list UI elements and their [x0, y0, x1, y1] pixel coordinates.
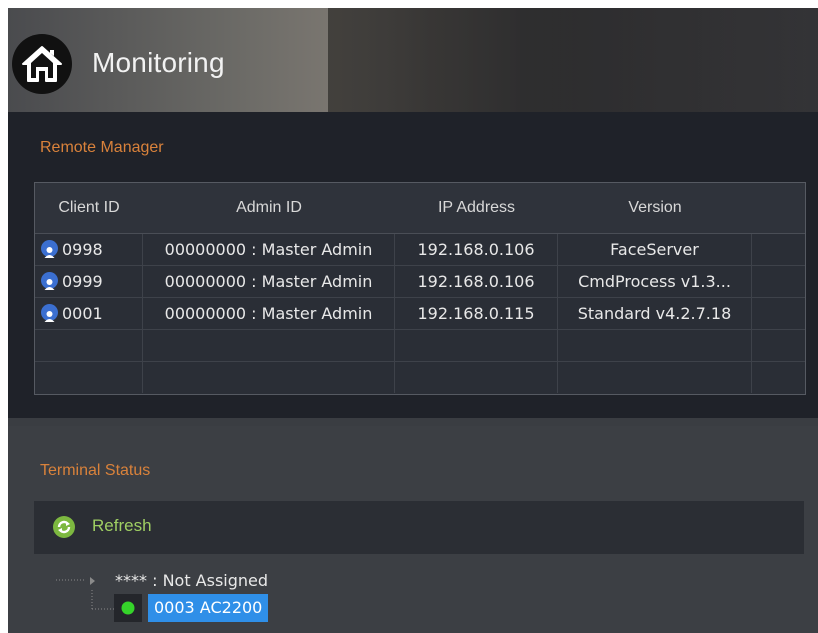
- admin-id: 00000000 : Master Admin: [143, 298, 395, 329]
- user-icon: [41, 240, 58, 258]
- remote-manager-panel: Remote Manager Client ID Admin ID IP Add…: [8, 112, 818, 418]
- refresh-button[interactable]: Refresh: [92, 516, 152, 536]
- client-id: 0001: [62, 304, 103, 323]
- table-row[interactable]: 0001 00000000 : Master Admin 192.168.0.1…: [35, 298, 805, 330]
- version: FaceServer: [558, 234, 752, 265]
- table-row-empty: [35, 330, 805, 362]
- header-bar: Monitoring: [8, 8, 818, 112]
- terminal-toolbar: Refresh: [34, 501, 804, 554]
- column-client-id[interactable]: Client ID: [35, 183, 143, 233]
- expand-arrow-icon[interactable]: [89, 576, 97, 586]
- app-window: Monitoring Remote Manager Client ID Admi…: [8, 8, 818, 633]
- table-row-empty: [35, 362, 805, 393]
- admin-id: 00000000 : Master Admin: [143, 266, 395, 297]
- user-icon: [41, 304, 58, 322]
- terminal-status-title: Terminal Status: [40, 462, 151, 479]
- tree-item-terminal[interactable]: 0003 AC2200: [148, 594, 269, 622]
- client-id: 0999: [62, 272, 103, 291]
- terminal-status-indicator: [114, 594, 142, 622]
- home-icon[interactable]: [12, 34, 72, 94]
- refresh-icon[interactable]: [52, 515, 76, 539]
- column-version[interactable]: Version: [558, 183, 752, 233]
- table-row[interactable]: 0998 00000000 : Master Admin 192.168.0.1…: [35, 234, 805, 266]
- version: Standard v4.2.7.18: [558, 298, 752, 329]
- tree-group-not-assigned[interactable]: **** : Not Assigned: [115, 571, 268, 590]
- table-row[interactable]: 0999 00000000 : Master Admin 192.168.0.1…: [35, 266, 805, 298]
- remote-manager-title: Remote Manager: [40, 139, 164, 156]
- column-ip-address[interactable]: IP Address: [395, 183, 558, 233]
- client-id: 0998: [62, 240, 103, 259]
- terminal-status-panel: Terminal Status Refresh **** : Not Assig…: [8, 426, 818, 633]
- table-header: Client ID Admin ID IP Address Version: [35, 183, 805, 234]
- remote-manager-table: Client ID Admin ID IP Address Version 09…: [34, 182, 806, 395]
- ip-address: 192.168.0.106: [395, 266, 558, 297]
- column-admin-id[interactable]: Admin ID: [143, 183, 395, 233]
- page-title: Monitoring: [92, 47, 225, 78]
- ip-address: 192.168.0.115: [395, 298, 558, 329]
- version: CmdProcess v1.3...: [558, 266, 752, 297]
- admin-id: 00000000 : Master Admin: [143, 234, 395, 265]
- user-icon: [41, 272, 58, 290]
- ip-address: 192.168.0.106: [395, 234, 558, 265]
